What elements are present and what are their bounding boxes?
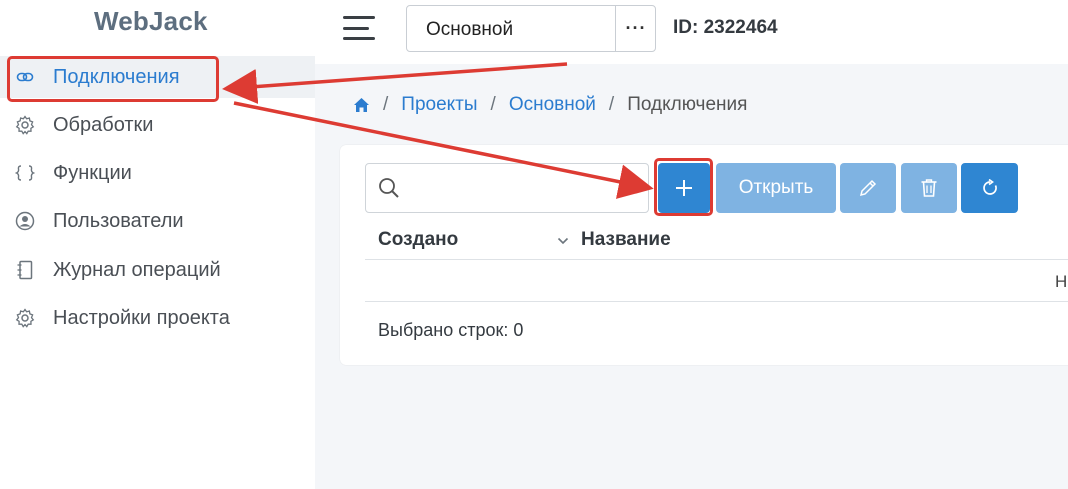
braces-icon [14,162,36,184]
search-icon [378,177,400,199]
annotation-highlight-add-button [654,158,713,216]
sidebar-item-journal[interactable]: Журнал операций [0,249,315,291]
open-button[interactable]: Открыть [716,163,836,213]
gear-icon [14,114,36,136]
project-select-value: Основной [426,19,514,40]
breadcrumb-project[interactable]: Основной [509,94,596,116]
delete-button[interactable] [901,163,957,213]
breadcrumb-separator: / [608,94,615,115]
annotation-highlight-sidebar [7,56,219,102]
breadcrumb-projects[interactable]: Проекты [401,94,477,116]
home-icon[interactable] [353,97,370,113]
table-body-divider [365,301,1068,302]
project-select[interactable]: Основной ··· [406,5,656,52]
refresh-button[interactable] [961,163,1018,213]
sidebar-item-label: Журнал операций [53,258,221,281]
search-input[interactable] [406,172,636,204]
sidebar-item-users[interactable]: Пользователи [0,200,315,242]
edit-button[interactable] [840,163,896,213]
breadcrumb-separator: / [490,94,496,115]
sidebar-item-processing[interactable]: Обработки [0,104,315,146]
breadcrumb-current: Подключения [627,94,748,115]
sort-chevron-down-icon[interactable] [556,234,570,248]
pencil-icon [859,179,877,197]
sidebar-item-functions[interactable]: Функции [0,152,315,194]
sidebar-item-label: Обработки [53,113,154,136]
sidebar-item-label: Функции [53,161,132,184]
column-header-name[interactable]: Название [581,229,671,251]
app-logo: WebJack [94,6,208,36]
table-cut-off-text: Н [1055,272,1068,291]
sidebar-item-project-settings[interactable]: Настройки проекта [0,297,315,339]
trash-icon [921,179,937,197]
column-header-created[interactable]: Создано [378,229,458,251]
table-header-divider [365,259,1068,260]
more-options-button[interactable]: ··· [615,6,656,51]
breadcrumb: / Проекты / Основной / Подключения [353,94,747,116]
refresh-icon [982,179,997,195]
gear-icon [14,307,36,329]
selected-rows-count: Выбрано строк: 0 [378,320,524,340]
hamburger-menu-icon[interactable] [343,14,375,42]
breadcrumb-separator: / [383,94,389,115]
journal-icon [14,259,36,281]
project-id: ID: 2322464 [673,17,778,38]
sidebar-item-label: Настройки проекта [53,306,230,329]
search-box[interactable] [365,163,649,213]
sidebar-item-label: Пользователи [53,209,184,232]
user-circle-icon [14,210,36,232]
